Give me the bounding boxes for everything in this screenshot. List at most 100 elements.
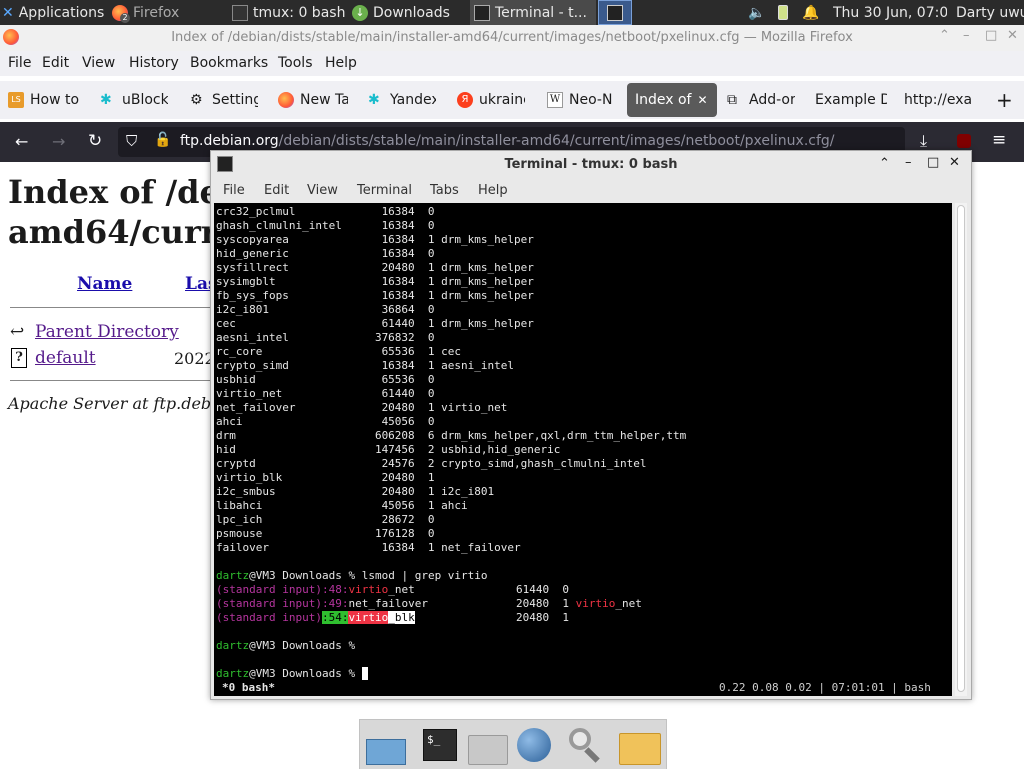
menu-file[interactable]: File bbox=[8, 55, 31, 71]
lock-icon[interactable]: 🔓 bbox=[154, 132, 171, 148]
terminal-titlebar[interactable]: Terminal - tmux: 0 bash ⌃ – □ ✕ bbox=[211, 151, 971, 179]
tab-ukraine[interactable]: Я ukraine bbox=[457, 81, 525, 119]
grep-line: (standard input):48:virtio_net bbox=[216, 583, 415, 596]
maximize-icon[interactable]: □ bbox=[927, 155, 939, 170]
lsmod-row: cryptd 24576 2 crypto_simd,ghash_clmulni… bbox=[216, 457, 647, 470]
command-line: dartz@VM3 Downloads % lsmod | grep virti… bbox=[216, 569, 488, 582]
clock[interactable]: Thu 30 Jun, 07:01 bbox=[833, 0, 947, 25]
lsmod-row: sysimgblt 16384 1 drm_kms_helper bbox=[216, 275, 534, 288]
term-menu-edit[interactable]: Edit bbox=[264, 183, 289, 198]
puzzle-icon: ✱ bbox=[100, 92, 112, 108]
folder-icon[interactable] bbox=[617, 725, 661, 765]
home-folder-icon[interactable] bbox=[466, 725, 508, 765]
terminal-launcher-icon[interactable]: $_ bbox=[420, 725, 460, 765]
wikipedia-icon: W bbox=[547, 92, 563, 108]
unknown-file-icon: ? bbox=[11, 348, 27, 368]
task-terminal[interactable]: Terminal - t... bbox=[470, 0, 596, 25]
menu-view[interactable]: View bbox=[82, 55, 115, 71]
workspace-switcher[interactable] bbox=[598, 0, 632, 25]
lsmod-row: drm 606208 6 drm_kms_helper,qxl,drm_ttm_… bbox=[216, 429, 687, 442]
lsmod-row: ahci 45056 0 bbox=[216, 415, 435, 428]
web-browser-globe-icon[interactable] bbox=[514, 725, 554, 765]
file-link-default[interactable]: default bbox=[35, 348, 96, 368]
tab-example[interactable]: Example D bbox=[815, 81, 887, 119]
search-magnifier-icon[interactable] bbox=[565, 725, 605, 765]
close-tab-icon[interactable]: ✕ bbox=[698, 93, 708, 107]
hamburger-menu-icon[interactable]: ≡ bbox=[992, 130, 1006, 150]
lsmod-row: rc_core 65536 1 cec bbox=[216, 345, 462, 358]
lsmod-row: psmouse 176128 0 bbox=[216, 527, 435, 540]
tab-http[interactable]: http://exa bbox=[904, 81, 974, 119]
applications-menu[interactable]: ✕ Applications ≡ bbox=[2, 0, 110, 25]
user-menu[interactable]: Darty uwu bbox=[956, 0, 1024, 25]
shield-icon[interactable]: ⛉ bbox=[126, 132, 137, 150]
tab-neo[interactable]: W Neo-N bbox=[547, 81, 613, 119]
lsmod-row: virtio_net 61440 0 bbox=[216, 387, 435, 400]
terminal-window: Terminal - tmux: 0 bash ⌃ – □ ✕ File Edi… bbox=[210, 150, 972, 700]
terminal-output[interactable]: crc32_pclmul 16384 0 ghash_clmulni_intel … bbox=[214, 203, 952, 696]
tab-ublock[interactable]: ✱ uBlock bbox=[100, 81, 168, 119]
tab-how-to[interactable]: LS How to bbox=[8, 81, 84, 119]
term-menu-terminal[interactable]: Terminal bbox=[357, 183, 412, 198]
menu-history[interactable]: History bbox=[129, 55, 179, 71]
terminal-title: Terminal - tmux: 0 bash bbox=[504, 157, 678, 172]
menu-help[interactable]: Help bbox=[325, 55, 357, 71]
menu-bookmarks[interactable]: Bookmarks bbox=[190, 55, 268, 71]
tab-addons[interactable]: ⧉ Add-or bbox=[727, 81, 795, 119]
page-title: Index of /de amd64/curr bbox=[8, 173, 220, 251]
terminal-scrollbar[interactable] bbox=[955, 203, 967, 696]
file-date: 2022 bbox=[174, 349, 215, 368]
term-menu-help[interactable]: Help bbox=[478, 183, 508, 198]
column-name[interactable]: Name bbox=[77, 274, 132, 294]
tab-index-of[interactable]: Index of ✕ bbox=[627, 83, 717, 117]
lsmod-row: crc32_pclmul 16384 0 bbox=[216, 205, 435, 218]
window-count-badge: 2 bbox=[120, 12, 130, 23]
tab-yandex[interactable]: ✱ Yandex bbox=[368, 81, 436, 119]
downloads-icon[interactable]: ⤓ bbox=[920, 131, 927, 151]
grep-line: (standard input):49:net_failover bbox=[216, 597, 428, 610]
puzzle-icon: ✱ bbox=[368, 92, 380, 108]
download-icon: ↓ bbox=[352, 4, 368, 21]
window-preview-icon bbox=[607, 4, 623, 21]
volume-icon[interactable]: 🔈 bbox=[748, 0, 766, 25]
maximize-icon[interactable]: □ bbox=[985, 28, 997, 43]
parent-directory-link[interactable]: Parent Directory bbox=[35, 322, 179, 342]
term-menu-view[interactable]: View bbox=[307, 183, 338, 198]
lsmod-row: syscopyarea 16384 1 drm_kms_helper bbox=[216, 233, 534, 246]
term-menu-file[interactable]: File bbox=[223, 183, 245, 198]
yandex-icon: Я bbox=[457, 92, 473, 108]
new-tab-plus-icon[interactable]: + bbox=[996, 81, 1016, 119]
tab-settings[interactable]: ⚙ Setting bbox=[190, 81, 258, 119]
reload-icon[interactable]: ↻ bbox=[88, 131, 102, 151]
close-icon[interactable]: ✕ bbox=[949, 155, 960, 170]
window-title: Index of /debian/dists/stable/main/insta… bbox=[171, 30, 853, 45]
task-firefox[interactable]: 2 Firefox bbox=[112, 0, 224, 25]
menu-tools[interactable]: Tools bbox=[278, 55, 313, 71]
ublock-icon[interactable] bbox=[957, 134, 971, 148]
forward-arrow-icon[interactable]: → bbox=[52, 132, 65, 151]
minimize-icon[interactable]: – bbox=[905, 155, 912, 170]
site-icon: LS bbox=[8, 92, 24, 108]
term-menu-tabs[interactable]: Tabs bbox=[430, 183, 459, 198]
notification-bell-icon[interactable]: 🔔 bbox=[802, 0, 818, 25]
menu-edit[interactable]: Edit bbox=[42, 55, 69, 71]
show-desktop-icon[interactable] bbox=[364, 725, 406, 765]
lsmod-row: ghash_clmulni_intel 16384 0 bbox=[216, 219, 435, 232]
task-tmux[interactable]: tmux: 0 bash bbox=[232, 0, 350, 25]
divider bbox=[10, 307, 220, 308]
shade-chevron-icon[interactable]: ⌃ bbox=[879, 156, 890, 171]
battery-icon[interactable] bbox=[778, 0, 792, 25]
lsmod-row: virtio_blk 20480 1 bbox=[216, 471, 435, 484]
tab-strip: LS How to ✱ uBlock ⚙ Setting New Ta ✱ Ya… bbox=[0, 81, 1024, 119]
minimize-icon[interactable]: – bbox=[963, 28, 970, 43]
applications-label: Applications bbox=[18, 4, 105, 21]
scrollbar-thumb[interactable] bbox=[957, 205, 965, 692]
maximize-chevron-icon[interactable]: ⌃ bbox=[939, 28, 950, 43]
prompt-line: dartz@VM3 Downloads % bbox=[216, 639, 362, 652]
tmux-window-tab[interactable]: *0 bash* bbox=[222, 681, 275, 695]
text-cursor bbox=[361, 667, 369, 680]
task-downloads[interactable]: ↓ Downloads bbox=[352, 0, 464, 25]
close-icon[interactable]: ✕ bbox=[1007, 28, 1018, 43]
back-arrow-icon[interactable]: ← bbox=[15, 132, 28, 151]
tab-new-tab[interactable]: New Ta bbox=[278, 81, 348, 119]
